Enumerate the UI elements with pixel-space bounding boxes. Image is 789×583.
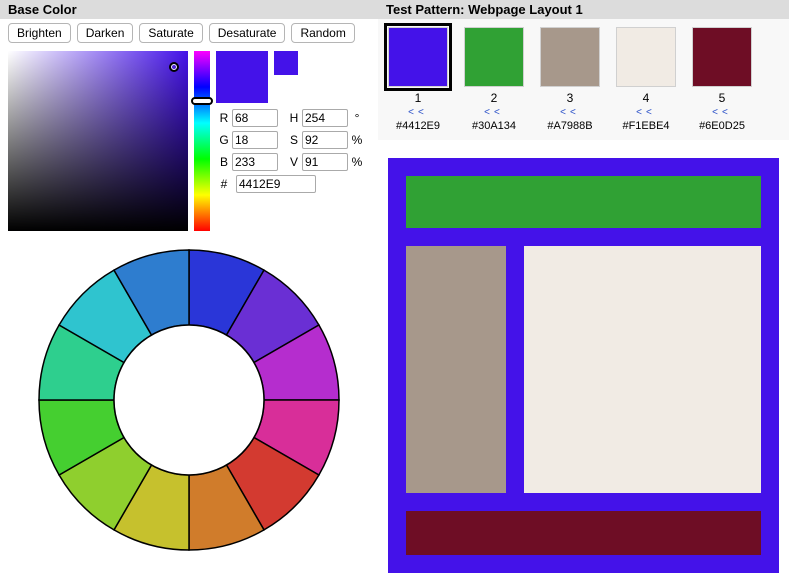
pattern-footer	[406, 511, 761, 555]
saturate-button[interactable]: Saturate	[139, 23, 202, 43]
preview-large	[216, 51, 268, 103]
sv-picker[interactable]	[8, 51, 188, 231]
palette-strip: 1 << #4412E9 2 << #30A134 3 << #A7988B 4 << #F1EBE4…	[378, 19, 789, 140]
unit-deg: °	[350, 111, 364, 125]
label-s: S	[286, 133, 302, 147]
palette-prev-icon[interactable]: <<	[408, 107, 428, 118]
label-hash: #	[216, 177, 232, 191]
preview-small	[274, 51, 298, 75]
palette-index: 3	[567, 91, 574, 105]
sv-cursor[interactable]	[169, 62, 179, 72]
left-title: Base Color	[0, 0, 378, 19]
unit-pct1: %	[350, 133, 364, 147]
label-h: H	[286, 111, 302, 125]
toolbar: Brighten Darken Saturate Desaturate Rand…	[0, 19, 378, 47]
palette-prev-icon[interactable]: <<	[636, 107, 656, 118]
input-h[interactable]	[302, 109, 348, 127]
palette-hex: #F1EBE4	[622, 120, 669, 132]
input-g[interactable]	[232, 131, 278, 149]
brighten-button[interactable]: Brighten	[8, 23, 71, 43]
palette-index: 2	[491, 91, 498, 105]
preview-col: R H ° G S % B V %	[216, 51, 370, 231]
hue-bar[interactable]	[194, 51, 210, 231]
palette-swatch[interactable]	[464, 27, 524, 87]
palette-hex: #A7988B	[547, 120, 592, 132]
input-r[interactable]	[232, 109, 278, 127]
palette-prev-icon[interactable]: <<	[560, 107, 580, 118]
test-pattern	[388, 158, 779, 573]
palette-swatch[interactable]	[388, 27, 448, 87]
hue-cursor[interactable]	[191, 97, 213, 105]
palette-index: 5	[719, 91, 726, 105]
palette-prev-icon[interactable]: <<	[484, 107, 504, 118]
random-button[interactable]: Random	[291, 23, 354, 43]
left-pane: Base Color Brighten Darken Saturate Desa…	[0, 0, 378, 583]
palette-index: 4	[643, 91, 650, 105]
input-b[interactable]	[232, 153, 278, 171]
input-v[interactable]	[302, 153, 348, 171]
desaturate-button[interactable]: Desaturate	[209, 23, 286, 43]
palette-swatch[interactable]	[540, 27, 600, 87]
palette-hex: #6E0D25	[699, 120, 745, 132]
palette-cell: 2 << #30A134	[464, 27, 524, 132]
label-r: R	[216, 111, 232, 125]
palette-hex: #4412E9	[396, 120, 440, 132]
input-s[interactable]	[302, 131, 348, 149]
palette-cell: 4 << #F1EBE4	[616, 27, 676, 132]
color-wheel[interactable]	[34, 245, 344, 555]
palette-swatch[interactable]	[616, 27, 676, 87]
value-fields: R H ° G S % B V %	[216, 109, 370, 193]
unit-pct2: %	[350, 155, 364, 169]
palette-cell: 3 << #A7988B	[540, 27, 600, 132]
picker-area: R H ° G S % B V %	[0, 47, 378, 235]
right-title: Test Pattern: Webpage Layout 1	[378, 0, 789, 19]
label-g: G	[216, 133, 232, 147]
darken-button[interactable]: Darken	[77, 23, 134, 43]
label-v: V	[286, 155, 302, 169]
palette-cell: 5 << #6E0D25	[692, 27, 752, 132]
pattern-mid	[406, 246, 761, 493]
pattern-main	[524, 246, 761, 493]
palette-index: 1	[415, 91, 422, 105]
wheel-hub	[114, 325, 264, 475]
right-pane: Test Pattern: Webpage Layout 1 1 << #4412E…	[378, 0, 789, 583]
palette-cell: 1 << #4412E9	[388, 27, 448, 132]
pattern-header	[406, 176, 761, 228]
color-wheel-wrap	[0, 235, 378, 583]
palette-hex: #30A134	[472, 120, 516, 132]
input-hex[interactable]	[236, 175, 316, 193]
palette-swatch[interactable]	[692, 27, 752, 87]
pattern-sidebar	[406, 246, 506, 493]
label-b: B	[216, 155, 232, 169]
palette-prev-icon[interactable]: <<	[712, 107, 732, 118]
